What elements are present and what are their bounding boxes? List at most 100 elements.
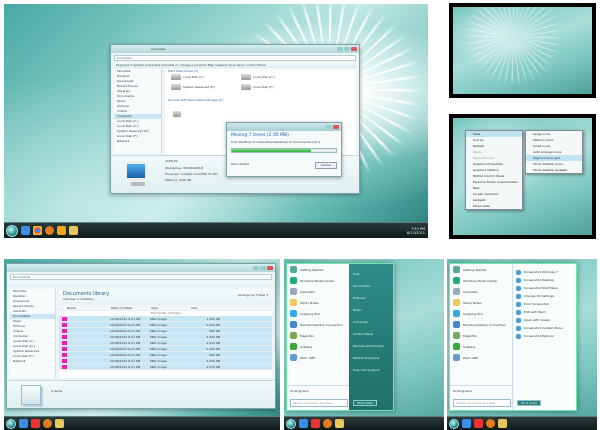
jumplist-item[interactable]: Edit with Paint [513, 308, 576, 316]
close-button[interactable] [333, 125, 339, 129]
col-name[interactable]: Name [59, 306, 111, 310]
jumplist-pane[interactable]: Screenshot Windows 7 Screenshot Desktop Sc… [512, 264, 576, 410]
explorer-icon[interactable] [335, 419, 344, 428]
submenu-item[interactable]: Show desktop gadgets [526, 167, 582, 173]
start-right-pane[interactable]: User Documents Pictures Music Computer Contro… [349, 264, 393, 410]
shutdown-button[interactable]: Shut down [353, 400, 377, 406]
program-item[interactable]: Snipping Tool [287, 308, 351, 319]
start-orb[interactable] [286, 418, 296, 429]
explorer-icon[interactable] [498, 419, 507, 428]
menu-item[interactable]: Personalize [466, 203, 522, 209]
drive-item[interactable]: Local Disk (C:) [171, 74, 241, 84]
ie-icon[interactable] [462, 419, 471, 428]
navigation-pane[interactable]: Favorites Desktop Downloads Recent Place… [114, 69, 162, 153]
explorer-icon[interactable] [69, 226, 78, 235]
search-box[interactable]: Search programs and files [453, 399, 511, 407]
jumplist-item[interactable]: Screenshot Desktop [513, 276, 576, 284]
close-button[interactable] [351, 47, 357, 51]
minimize-button[interactable] [253, 266, 259, 270]
start-orb[interactable] [6, 224, 18, 237]
address-bar[interactable]: Computer [114, 55, 356, 61]
start-right-item[interactable]: Computer [349, 316, 393, 328]
maximize-button[interactable] [260, 266, 266, 270]
minimize-button[interactable] [337, 47, 343, 51]
ie-icon[interactable] [299, 419, 308, 428]
removable-drive-icon[interactable] [173, 110, 181, 117]
firefox-icon[interactable] [43, 419, 52, 428]
more-details-toggle[interactable]: More details [231, 162, 249, 169]
program-item[interactable]: Remote Desktop Connection [287, 319, 351, 330]
file-list[interactable]: 12/08/2011 6:21 PM PNG image 1,100 KB 12/08… [59, 316, 272, 370]
firefox-icon[interactable] [486, 419, 495, 428]
ie-icon[interactable] [21, 226, 30, 235]
program-item[interactable]: Sticky Notes [287, 297, 351, 308]
program-item[interactable]: Getting Started [287, 264, 351, 275]
documents-titlebar[interactable] [7, 264, 275, 272]
command-bar[interactable] [10, 282, 272, 287]
cancel-button[interactable]: Cancel [314, 162, 337, 169]
col-date[interactable]: Date modified [111, 306, 151, 310]
start-right-item[interactable]: Default Programs [349, 352, 393, 364]
program-item[interactable]: Calculator [450, 286, 514, 297]
jumplist-item[interactable]: Print Screenshot [513, 300, 576, 308]
program-item[interactable]: Solitaire [287, 341, 351, 352]
start-menu[interactable]: Getting Started Windows Media Center Calcu… [449, 263, 577, 411]
start-right-item[interactable]: Documents [349, 280, 393, 292]
start-right-item[interactable]: Help and Support [349, 364, 393, 376]
shutdown-button[interactable]: Shut down [517, 400, 541, 406]
jumplist-item[interactable]: Screenshot Start Menu [513, 284, 576, 292]
programs-list[interactable]: Getting Started Windows Media Center Calcu… [450, 264, 514, 410]
start-right-item[interactable]: Control Panel [349, 328, 393, 340]
context-menu[interactable]: View Sort by Refresh Paste Paste shortcu… [465, 130, 523, 210]
programs-list[interactable]: Getting Started Windows Media Center Calcu… [287, 264, 351, 410]
documents-window[interactable]: Documents Favorites Desktop Downloads Re… [6, 263, 276, 409]
program-item[interactable]: Getting Started [450, 264, 514, 275]
media-player-icon[interactable] [57, 226, 66, 235]
view-submenu[interactable]: Large icons Medium icons Small icons Aut… [525, 130, 583, 174]
clock-date[interactable]: 8/13/2011 [407, 231, 425, 235]
ie-icon[interactable] [19, 419, 28, 428]
close-button[interactable] [267, 266, 273, 270]
col-size[interactable]: Size [191, 306, 231, 310]
col-type[interactable]: Type [151, 306, 191, 310]
program-item[interactable]: Magnifier [287, 330, 351, 341]
all-programs[interactable]: All Programs [287, 385, 351, 396]
firefox-icon[interactable] [45, 226, 54, 235]
jumplist-item[interactable]: Open with Viewer [513, 316, 576, 324]
drive-item[interactable]: System Reserved (E:) [171, 84, 241, 94]
firefox-icon[interactable] [323, 419, 332, 428]
nav-item[interactable]: Network [10, 359, 55, 364]
command-bar[interactable]: Organize ▾ System properties Uninstall o… [114, 63, 356, 68]
chrome-icon[interactable] [474, 419, 483, 428]
table-row[interactable]: 12/08/2011 6:21 PM PNG image 1,070 KB [59, 364, 272, 370]
program-item[interactable]: Windows Media Center [287, 275, 351, 286]
jumplist-item[interactable]: Screenshot Windows 7 [513, 268, 576, 276]
start-right-item[interactable]: Pictures [349, 292, 393, 304]
explorer-icon[interactable] [55, 419, 64, 428]
start-orb[interactable] [449, 418, 459, 429]
program-item[interactable]: Calculator [287, 286, 351, 297]
program-item[interactable]: Solitaire [450, 341, 514, 352]
jumplist-item[interactable]: Change OS Settings [513, 292, 576, 300]
drive-item[interactable]: Local Disk (F:) [241, 84, 311, 94]
chrome-icon[interactable] [33, 226, 42, 235]
nav-item[interactable]: Network [114, 139, 161, 144]
maximize-button[interactable] [344, 47, 350, 51]
start-right-item[interactable]: Devices and Printers [349, 340, 393, 352]
program-item[interactable]: Magnifier [450, 330, 514, 341]
arrange-by-dropdown[interactable]: Arrange by: Folder ▾ [238, 293, 268, 298]
start-menu[interactable]: Getting Started Windows Media Center Calcu… [286, 263, 394, 411]
start-orb[interactable] [6, 418, 16, 429]
start-right-item[interactable]: Music [349, 304, 393, 316]
program-item[interactable]: Paint .NET [287, 352, 351, 363]
program-item[interactable]: Remote Desktop Connection [450, 319, 514, 330]
dialog-titlebar[interactable] [227, 123, 341, 131]
program-item[interactable]: Snipping Tool [450, 308, 514, 319]
jumplist-item[interactable]: Screenshot Explorer [513, 332, 576, 340]
minimize-button[interactable] [326, 125, 332, 129]
navigation-pane[interactable]: Favorites Desktop Downloads Recent Place… [10, 289, 56, 378]
chrome-icon[interactable] [31, 419, 40, 428]
start-right-item[interactable]: User [349, 268, 393, 280]
chrome-icon[interactable] [311, 419, 320, 428]
program-item[interactable]: Windows Media Center [450, 275, 514, 286]
